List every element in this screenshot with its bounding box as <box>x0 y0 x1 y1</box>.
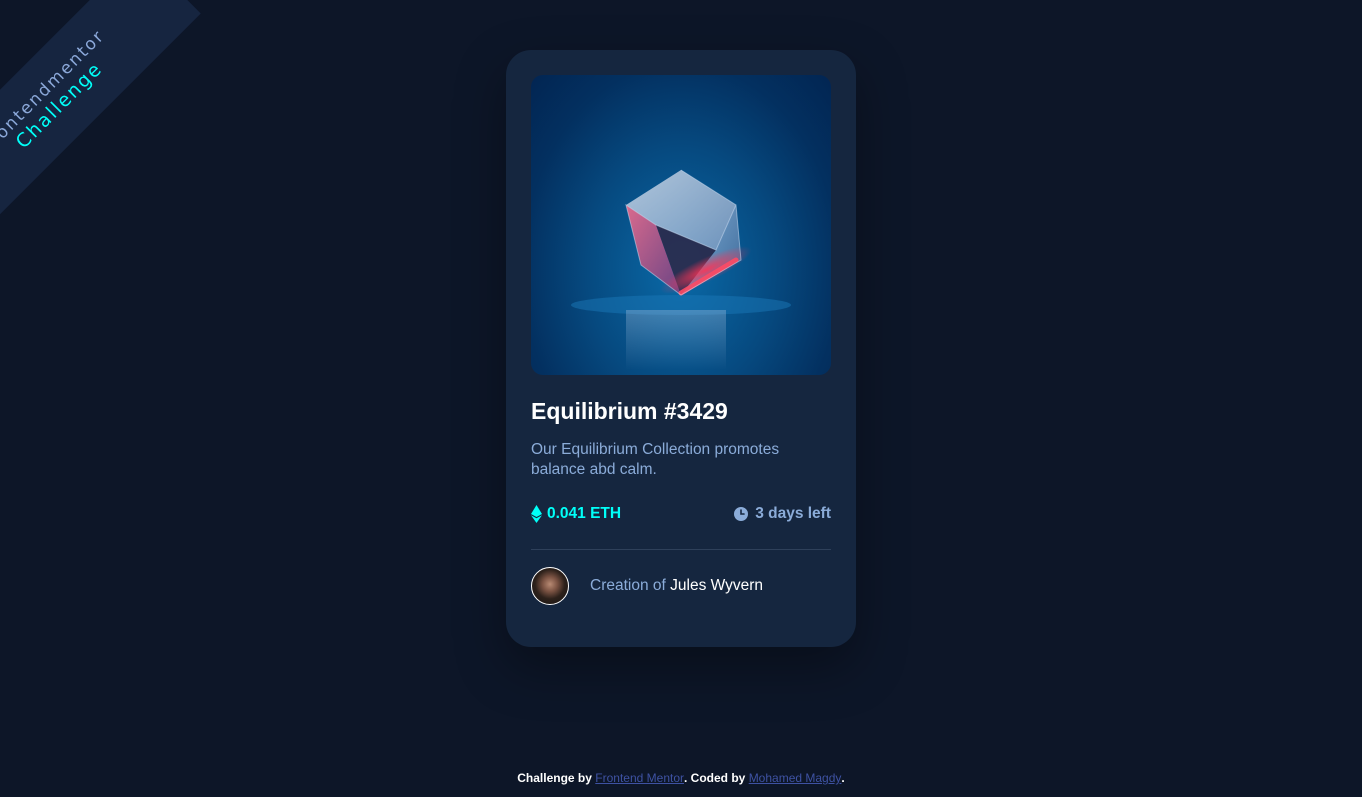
badge-ribbon: frontendmentor Challenge <box>0 0 201 220</box>
attribution-suffix: . <box>841 771 845 785</box>
creator-row: Creation of Jules Wyvern <box>531 566 831 606</box>
avatar <box>531 567 569 605</box>
nft-title[interactable]: Equilibrium #3429 <box>531 397 831 425</box>
cube-illustration <box>571 169 791 370</box>
attribution: Challenge by Frontend Mentor. Coded by M… <box>0 771 1362 785</box>
clock-icon <box>734 507 749 521</box>
time-left: 3 days left <box>734 505 831 523</box>
nft-card: Equilibrium #3429 Our Equilibrium Collec… <box>506 50 856 647</box>
creator-prefix: Creation of <box>590 577 666 594</box>
nft-meta-row: 0.041 ETH 3 days left <box>531 504 831 524</box>
price: 0.041 ETH <box>531 505 621 523</box>
attribution-middle: . Coded by <box>684 771 746 785</box>
ethereum-icon <box>531 505 542 523</box>
nft-image[interactable] <box>531 75 831 375</box>
creator-text: Creation of Jules Wyvern <box>590 577 763 595</box>
attribution-prefix: Challenge by <box>517 771 592 785</box>
creator-name-link[interactable]: Jules Wyvern <box>670 577 763 594</box>
divider <box>531 549 831 550</box>
frontendmentor-badge: frontendmentor Challenge <box>0 0 220 220</box>
price-value: 0.041 ETH <box>547 505 622 522</box>
author-link[interactable]: Mohamed Magdy <box>749 771 842 785</box>
time-left-value: 3 days left <box>755 505 831 522</box>
frontend-mentor-link[interactable]: Frontend Mentor <box>595 771 684 785</box>
nft-description: Our Equilibrium Collection promotes bala… <box>531 441 780 478</box>
